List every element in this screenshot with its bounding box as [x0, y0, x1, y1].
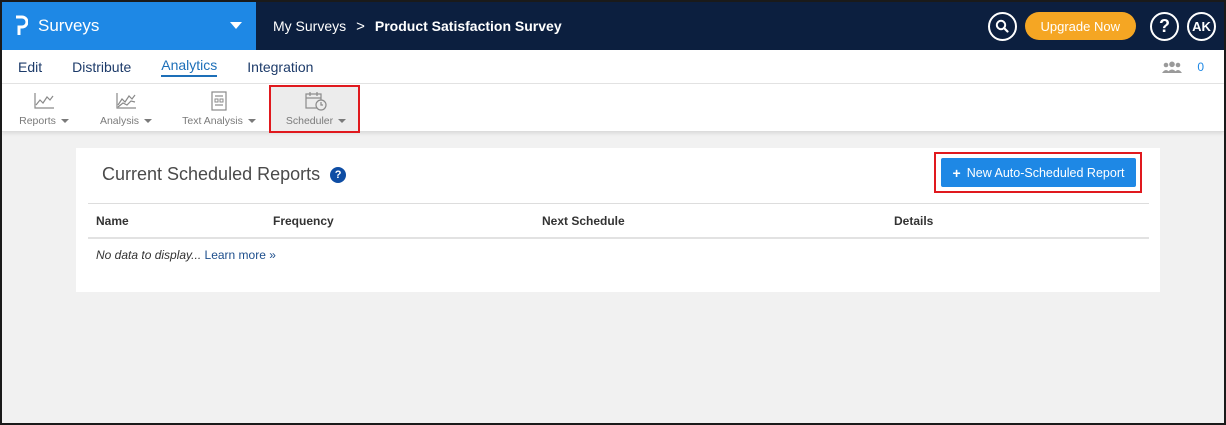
- collaborators-button[interactable]: 0: [1161, 60, 1204, 74]
- collaborators-count: 0: [1197, 60, 1204, 74]
- panel-title-row: Current Scheduled Reports ?: [102, 164, 347, 185]
- top-bar: Surveys My Surveys > Product Satisfactio…: [2, 2, 1224, 50]
- chevron-down-icon: [338, 119, 347, 123]
- tab-edit[interactable]: Edit: [18, 59, 42, 75]
- app-title: Surveys: [38, 16, 100, 35]
- scheduler-menu[interactable]: Scheduler: [285, 84, 347, 132]
- survey-nav: Edit Distribute Analytics Integration 0: [2, 50, 1224, 84]
- brand-logo-icon: [14, 15, 29, 37]
- breadcrumb-separator: >: [356, 17, 365, 35]
- column-next-schedule[interactable]: Next Schedule: [542, 214, 625, 228]
- upgrade-now-button[interactable]: Upgrade Now: [1024, 12, 1136, 40]
- column-details[interactable]: Details: [894, 214, 933, 228]
- breadcrumb-current: Product Satisfaction Survey: [374, 18, 562, 34]
- tab-analytics[interactable]: Analytics: [161, 57, 218, 77]
- table-header: Name Frequency Next Schedule Details: [88, 203, 1149, 239]
- reports-label: Reports: [19, 115, 56, 127]
- search-icon: [995, 19, 1009, 33]
- reports-menu[interactable]: Reports: [18, 84, 70, 132]
- panel-title: Current Scheduled Reports: [102, 164, 321, 184]
- breadcrumb: My Surveys > Product Satisfaction Survey: [273, 2, 562, 50]
- analysis-chart-icon: [115, 90, 137, 112]
- chevron-down-icon: [144, 119, 153, 123]
- column-name[interactable]: Name: [96, 214, 129, 228]
- chevron-down-icon: [247, 119, 256, 123]
- breadcrumb-my-surveys[interactable]: My Surveys: [273, 18, 346, 34]
- empty-text: No data to display...: [96, 248, 202, 262]
- help-button[interactable]: ?: [1150, 11, 1179, 41]
- analysis-label: Analysis: [99, 115, 140, 127]
- empty-state: No data to display... Learn more »: [96, 248, 276, 262]
- app-window: Surveys My Surveys > Product Satisfactio…: [0, 0, 1226, 425]
- help-icon[interactable]: ?: [330, 166, 347, 183]
- line-chart-icon: [33, 90, 55, 112]
- users-icon: [1162, 61, 1183, 73]
- new-report-label: New Auto-Scheduled Report: [966, 165, 1125, 180]
- scheduler-label: Scheduler: [285, 115, 334, 127]
- plus-icon: +: [952, 164, 961, 181]
- search-button[interactable]: [987, 11, 1017, 41]
- tab-distribute[interactable]: Distribute: [72, 59, 131, 75]
- calendar-clock-icon: [304, 90, 328, 112]
- header-actions: Upgrade Now ? AK: [987, 2, 1216, 50]
- analysis-menu[interactable]: Analysis: [99, 84, 153, 132]
- chevron-down-icon: [60, 119, 69, 123]
- new-auto-scheduled-report-button[interactable]: + New Auto-Scheduled Report: [941, 158, 1136, 187]
- text-analysis-menu[interactable]: Text Analysis: [182, 84, 256, 132]
- survey-tabs: Edit Distribute Analytics Integration: [18, 50, 313, 84]
- text-analysis-icon: [209, 90, 229, 112]
- analytics-toolbar: Reports Analysis Text Analysis: [2, 84, 1224, 132]
- tab-integration[interactable]: Integration: [247, 59, 313, 75]
- avatar[interactable]: AK: [1187, 11, 1216, 41]
- text-analysis-label: Text Analysis: [182, 115, 243, 127]
- column-frequency[interactable]: Frequency: [273, 214, 334, 228]
- scheduled-reports-panel: Current Scheduled Reports ? + New Auto-S…: [76, 148, 1160, 292]
- chevron-down-icon: [230, 22, 242, 29]
- app-switcher[interactable]: Surveys: [2, 2, 256, 50]
- learn-more-link[interactable]: Learn more »: [205, 248, 276, 262]
